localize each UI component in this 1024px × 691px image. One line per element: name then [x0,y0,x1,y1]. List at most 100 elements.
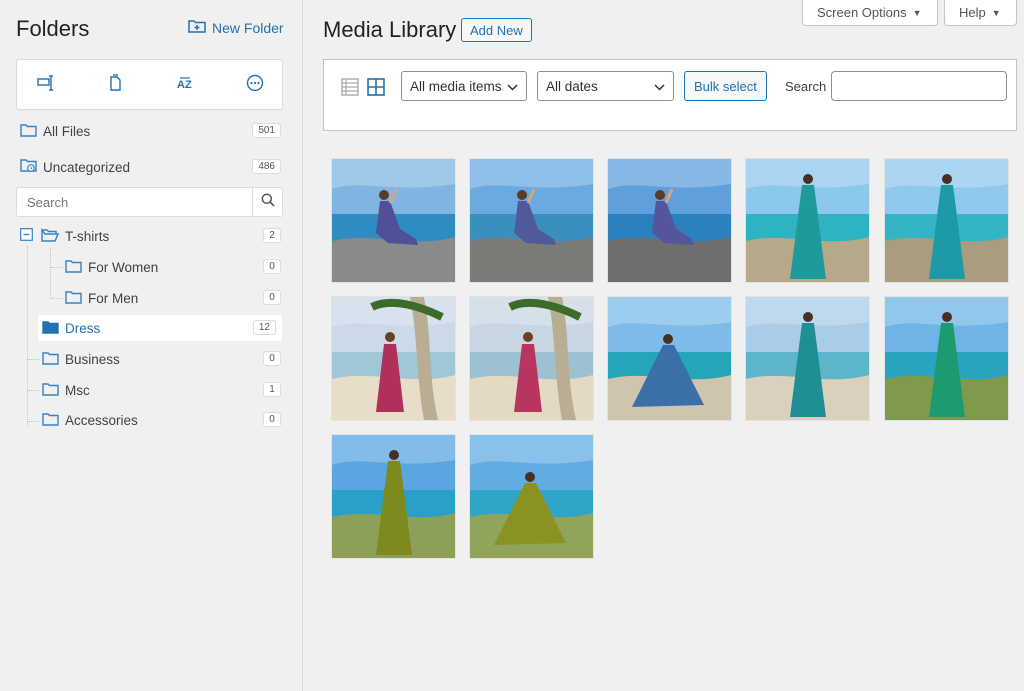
svg-text:AZ: AZ [177,79,192,91]
bulk-select-button[interactable]: Bulk select [684,71,767,101]
folder-icon [42,382,59,399]
collapse-icon[interactable] [20,228,33,244]
chevron-down-icon [507,79,518,94]
copy-folder-button[interactable] [103,74,127,96]
folder-toolbar: AZ [16,59,283,110]
media-thumbnail[interactable] [885,297,1008,420]
media-image [470,297,593,420]
add-new-button[interactable]: Add New [461,18,532,42]
folder-item-t-shirts[interactable]: T-shirts 2 [0,223,303,249]
grid-view-icon [366,78,386,101]
media-thumbnail[interactable] [332,297,455,420]
date-select[interactable]: All dates [537,71,674,101]
folder-icon [20,123,37,140]
uncategorized-label: Uncategorized [43,159,131,175]
folder-label: For Women [88,259,159,275]
help-tab[interactable]: Help ▼ [944,0,1017,26]
folder-filled-icon [42,320,59,337]
move-icon [37,74,55,96]
media-image [746,297,869,420]
caret-down-icon: ▼ [912,7,922,18]
folder-count: 1 [263,382,281,397]
uncategorized-folder-icon [20,158,37,176]
media-thumbnail[interactable] [332,159,455,282]
media-image [332,159,455,282]
folder-label: Dress [65,320,101,336]
grid-view-button[interactable] [366,77,386,97]
media-image [470,159,593,282]
screen-options-label: Screen Options [817,5,907,20]
folder-search [16,187,283,217]
media-image [332,297,455,420]
folder-item-business[interactable]: Business 0 [0,346,303,372]
folder-item-for-women[interactable]: For Women 0 [0,254,303,280]
page-title: Media Library [323,17,457,42]
folder-icon [42,412,59,429]
media-image [470,435,593,558]
media-image [746,159,869,282]
folder-icon [65,290,82,307]
media-thumbnail[interactable] [608,159,731,282]
sort-az-icon: AZ [176,75,194,96]
folder-label: T-shirts [65,228,110,244]
date-value: All dates [546,78,598,94]
media-thumbnail[interactable] [746,297,869,420]
screen-options-tab[interactable]: Screen Options ▼ [802,0,938,26]
folder-count: 2 [263,228,281,243]
more-dots-icon [246,74,264,97]
media-thumbnail[interactable] [470,297,593,420]
folder-search-input[interactable] [17,188,252,216]
folder-count: 0 [263,290,281,305]
folder-item-msc[interactable]: Msc 1 [0,377,303,403]
search-icon [261,193,275,212]
media-toolbar: All media items All dates Bulk select Se… [323,59,1017,131]
media-thumbnail[interactable] [746,159,869,282]
folder-item-for-men[interactable]: For Men 0 [0,285,303,311]
media-search-input[interactable] [831,71,1007,101]
folder-search-button[interactable] [252,188,282,216]
uncategorized-item[interactable]: Uncategorized 486 [0,154,303,180]
media-thumbnail[interactable] [885,159,1008,282]
folder-count: 0 [263,351,281,366]
folder-icon [65,259,82,276]
folder-plus-icon [188,19,206,36]
list-view-icon [340,78,360,101]
folder-count: 12 [252,320,276,335]
media-thumbnail[interactable] [332,435,455,558]
all-files-label: All Files [43,123,91,139]
media-image [608,297,731,420]
more-options-button[interactable] [243,74,267,96]
folder-label: Accessories [65,412,138,428]
document-icon [108,74,122,96]
media-image [885,297,1008,420]
media-thumbnail[interactable] [470,435,593,558]
move-folder-button[interactable] [34,74,58,96]
uncategorized-count: 486 [252,159,281,174]
media-search-label: Search [785,79,827,94]
caret-down-icon: ▼ [991,7,1001,18]
all-files-item[interactable]: All Files 501 [0,118,303,144]
folder-item-accessories[interactable]: Accessories 0 [0,407,303,433]
folder-open-icon [41,227,60,245]
chevron-down-icon [654,79,665,94]
folder-count: 0 [263,412,281,427]
folder-icon [42,351,59,368]
media-image [608,159,731,282]
media-type-value: All media items [410,78,502,94]
all-files-count: 501 [252,123,281,138]
sort-az-button[interactable]: AZ [173,74,197,96]
folder-item-dress[interactable]: Dress 12 [38,315,282,341]
media-thumbnail[interactable] [608,297,731,420]
new-folder-button[interactable]: New Folder [188,19,284,36]
folder-label: Business [65,351,120,367]
media-image [885,159,1008,282]
media-image [332,435,455,558]
folders-sidebar: Folders New Folder AZ All Files 501 Unca… [0,0,303,691]
sidebar-title: Folders [16,16,90,41]
folder-label: For Men [88,290,139,306]
media-type-select[interactable]: All media items [401,71,527,101]
media-thumbnail[interactable] [470,159,593,282]
list-view-button[interactable] [340,77,360,97]
new-folder-label: New Folder [212,19,284,36]
help-label: Help [959,5,986,20]
